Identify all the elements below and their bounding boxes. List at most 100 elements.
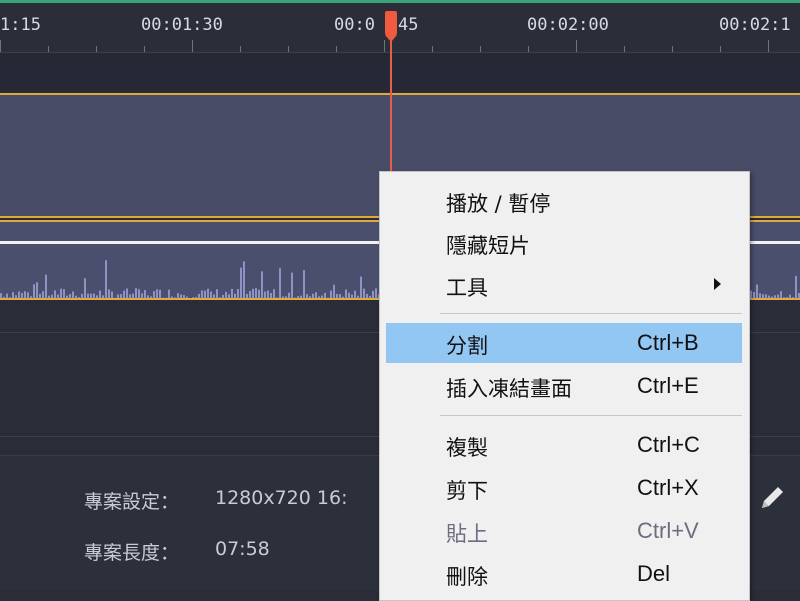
waveform-bar: [138, 289, 140, 298]
playhead-handle[interactable]: [385, 11, 397, 42]
waveform-bar: [39, 293, 41, 298]
waveform-bar: [243, 261, 245, 298]
ruler-minor-tick: [336, 46, 337, 52]
waveform-bar: [24, 291, 26, 298]
menu-item-label: 播放 / 暫停: [446, 192, 551, 216]
waveform-bar: [210, 291, 212, 298]
waveform-bar: [318, 296, 320, 298]
waveform-bar: [72, 291, 74, 298]
waveform-bar: [300, 295, 302, 298]
menu-item-split[interactable]: 分割 Ctrl+B: [386, 323, 742, 363]
menu-item-label: 工具: [446, 276, 488, 300]
waveform-bar: [21, 293, 23, 298]
waveform-bar: [366, 293, 368, 298]
waveform-bar: [69, 293, 71, 298]
ruler-major-tick: [576, 40, 577, 52]
waveform-bar: [12, 292, 14, 298]
waveform-bar: [174, 297, 176, 298]
waveform-bar: [789, 294, 791, 298]
waveform-bar: [87, 293, 89, 298]
waveform-bar: [90, 293, 92, 298]
waveform-bar: [6, 293, 8, 298]
waveform-bar: [219, 297, 221, 298]
waveform-bar: [204, 290, 206, 298]
time-ruler[interactable]: 1:15 00:01:30 00:0 45 00:02:00 00:02:1: [0, 3, 800, 53]
waveform-bar: [342, 296, 344, 298]
waveform-bar: [129, 294, 131, 298]
waveform-bar: [48, 295, 50, 298]
menu-item-tools[interactable]: 工具: [386, 265, 742, 305]
waveform-bar: [234, 293, 236, 298]
waveform-bar: [330, 290, 332, 298]
waveform-bar: [66, 295, 68, 298]
waveform-bar: [123, 290, 125, 298]
waveform-bar: [774, 295, 776, 298]
waveform-bar: [201, 290, 203, 298]
waveform-bar: [267, 290, 269, 298]
waveform-bar: [0, 293, 2, 298]
menu-item-insert-freeze-frame[interactable]: 插入凍結畫面 Ctrl+E: [386, 366, 742, 406]
waveform-bar: [3, 296, 5, 298]
menu-item-cut[interactable]: 剪下 Ctrl+X: [386, 468, 742, 508]
waveform-bar: [783, 297, 785, 298]
menu-item-delete[interactable]: 刪除 Del: [386, 554, 742, 594]
waveform-bar: [270, 292, 272, 298]
menu-item-paste[interactable]: 貼上 Ctrl+V: [386, 511, 742, 551]
ruler-minor-tick: [528, 46, 529, 52]
waveform-bar: [54, 290, 56, 298]
waveform-bar: [150, 296, 152, 298]
ruler-minor-tick: [624, 46, 625, 52]
waveform-bar: [183, 295, 185, 298]
waveform-bar: [759, 293, 761, 298]
waveform-bar: [222, 294, 224, 298]
menu-item-copy[interactable]: 複製 Ctrl+C: [386, 425, 742, 465]
waveform-bar: [99, 290, 101, 298]
waveform-bar: [345, 289, 347, 298]
waveform-bar: [357, 295, 359, 298]
menu-item-label: 刪除: [446, 565, 488, 589]
waveform-bar: [36, 282, 38, 298]
waveform-bar: [762, 294, 764, 298]
edit-project-button[interactable]: [752, 478, 792, 518]
waveform-bar: [141, 293, 143, 298]
waveform-bar: [777, 294, 779, 298]
waveform-bar: [51, 294, 53, 298]
waveform-bar: [288, 292, 290, 298]
menu-separator: [440, 415, 742, 416]
waveform-bar: [258, 289, 260, 298]
waveform-bar: [750, 290, 752, 298]
waveform-bar: [312, 293, 314, 298]
ruler-major-tick: [768, 40, 769, 52]
waveform-bar: [786, 297, 788, 298]
waveform-bar: [339, 294, 341, 298]
waveform-bar: [321, 295, 323, 298]
waveform-bar: [177, 293, 179, 298]
waveform-bar: [186, 296, 188, 298]
waveform-bar: [285, 296, 287, 298]
waveform-bar: [195, 296, 197, 298]
title-track[interactable]: [0, 53, 800, 92]
waveform-bar: [117, 294, 119, 298]
waveform-bar: [93, 293, 95, 298]
waveform-bar: [81, 293, 83, 298]
waveform-bar: [792, 297, 794, 298]
waveform-bar: [348, 292, 350, 298]
menu-item-shortcut: Ctrl+E: [637, 373, 699, 398]
waveform-bar: [255, 288, 257, 298]
waveform-bar: [171, 296, 173, 298]
waveform-bar: [768, 295, 770, 298]
chevron-right-icon: [714, 278, 721, 290]
menu-item-play-pause[interactable]: 播放 / 暫停: [386, 181, 742, 221]
waveform-bar: [252, 288, 254, 298]
waveform-bar: [207, 288, 209, 298]
waveform-bar: [144, 290, 146, 298]
menu-item-hide-clip[interactable]: 隱藏短片: [386, 223, 742, 263]
waveform-bar: [315, 292, 317, 298]
waveform-bar: [60, 288, 62, 298]
waveform-bar: [192, 297, 194, 298]
ruler-tick-label: 45: [398, 15, 419, 35]
menu-item-shortcut: Del: [637, 561, 671, 586]
waveform-bar: [45, 274, 47, 298]
ruler-minor-tick: [240, 46, 241, 52]
waveform-bar: [324, 292, 326, 298]
